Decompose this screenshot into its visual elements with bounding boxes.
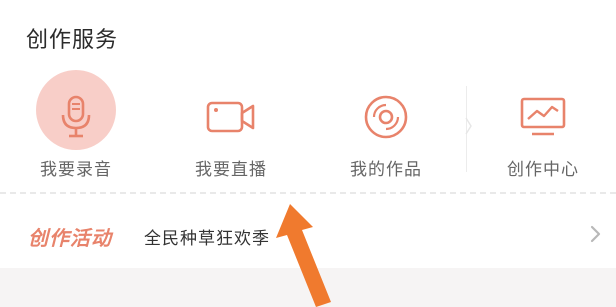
- service-label: 我的作品: [350, 160, 422, 180]
- microphone-icon: [61, 95, 91, 137]
- activity-link[interactable]: 全民种草狂欢季: [144, 224, 270, 249]
- service-record-audio[interactable]: 我要录音: [16, 70, 136, 180]
- service-creator-center[interactable]: 创作中心: [483, 80, 603, 180]
- chevron-right-icon[interactable]: [586, 222, 606, 246]
- service-go-live[interactable]: 我要直播: [171, 80, 291, 180]
- disc-icon: [364, 95, 408, 138]
- icon-highlight: [36, 70, 116, 153]
- service-label: 我要直播: [195, 160, 267, 180]
- monitor-chart-icon: [520, 97, 566, 135]
- section-title: 创作服务: [26, 28, 119, 53]
- service-label: 我要录音: [40, 160, 112, 180]
- video-camera-icon: [206, 101, 255, 132]
- activity-label: 创作活动: [28, 226, 112, 250]
- annotation-arrow-icon: [276, 204, 331, 307]
- service-label: 创作中心: [507, 160, 579, 180]
- divider-notch: [465, 117, 472, 135]
- service-my-works[interactable]: 我的作品: [326, 80, 446, 180]
- dashed-divider: [0, 192, 616, 194]
